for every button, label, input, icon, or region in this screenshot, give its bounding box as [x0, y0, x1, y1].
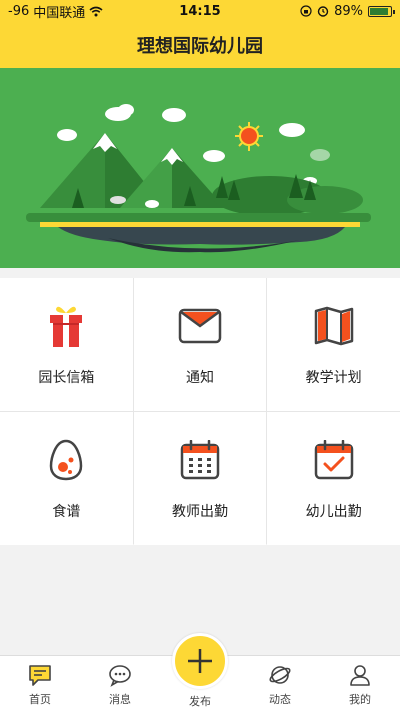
- plus-icon: [188, 649, 212, 673]
- banner-image[interactable]: [0, 68, 400, 268]
- tab-label: 首页: [29, 693, 51, 706]
- publish-label: 发布: [189, 695, 211, 708]
- menu-item-principal-mailbox[interactable]: 园长信箱: [0, 278, 133, 411]
- egg-icon: [43, 437, 89, 483]
- status-right: 89%: [252, 3, 395, 19]
- rotation-lock-icon: [300, 5, 312, 17]
- carrier-name: 中国联通: [33, 5, 86, 21]
- menu-label: 幼儿出勤: [305, 503, 362, 520]
- message-bubble-icon: [107, 662, 133, 688]
- menu-item-teacher-attendance[interactable]: 教师出勤: [133, 412, 267, 545]
- menu-label: 园长信箱: [38, 369, 95, 386]
- battery-percent: 89%: [334, 3, 363, 19]
- battery-fill: [370, 7, 388, 15]
- home-chat-icon: [27, 662, 53, 688]
- app-header: 理想国际幼儿园: [0, 22, 400, 68]
- status-left: -96 中国联通: [8, 2, 148, 21]
- envelope-icon: [177, 303, 223, 349]
- folded-map-icon: [311, 303, 357, 349]
- menu-label: 教师出勤: [171, 503, 228, 520]
- tab-label: 动态: [269, 693, 291, 706]
- menu-label: 教学计划: [305, 369, 362, 386]
- calendar-grid-icon: [177, 437, 223, 483]
- planet-icon: [267, 662, 293, 688]
- signal-strength: -96: [8, 3, 30, 19]
- landscape-illustration: [0, 68, 400, 268]
- gift-icon: [43, 303, 89, 349]
- menu-item-notice[interactable]: 通知: [133, 278, 267, 411]
- status-bar: -96 中国联通 14:15 89%: [0, 0, 400, 22]
- tab-label: 我的: [349, 693, 371, 706]
- menu-item-teaching-plan[interactable]: 教学计划: [267, 278, 400, 411]
- menu-grid: 园长信箱 通知 教学计划 食谱 教师出勤 幼儿出勤: [0, 278, 400, 545]
- menu-item-recipes[interactable]: 食谱: [0, 412, 133, 545]
- tab-label: 消息: [109, 693, 131, 706]
- publish-button[interactable]: [172, 633, 228, 689]
- calendar-check-icon: [311, 437, 357, 483]
- tab-mine[interactable]: 我的: [320, 656, 400, 710]
- wifi-icon: [89, 6, 103, 16]
- menu-label: 通知: [185, 369, 214, 386]
- tab-home[interactable]: 首页: [0, 656, 80, 710]
- menu-item-child-attendance[interactable]: 幼儿出勤: [267, 412, 400, 545]
- page-title: 理想国际幼儿园: [137, 36, 263, 57]
- menu-label: 食谱: [52, 503, 81, 520]
- battery-icon: [368, 5, 395, 17]
- tab-moments[interactable]: 动态: [240, 656, 320, 710]
- alarm-icon: [317, 6, 329, 17]
- status-time: 14:15: [179, 3, 221, 19]
- tab-messages[interactable]: 消息: [80, 656, 160, 710]
- user-icon: [347, 662, 373, 688]
